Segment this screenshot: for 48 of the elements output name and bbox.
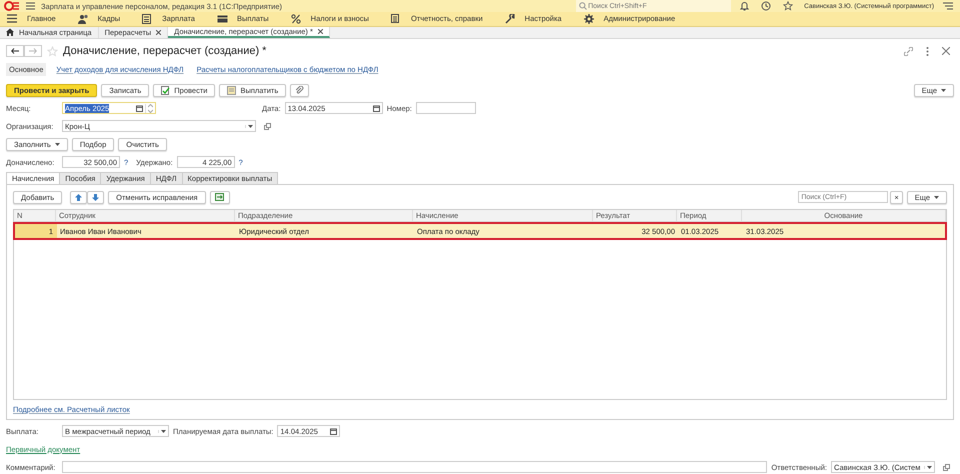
- favorite-star-icon[interactable]: [47, 46, 58, 56]
- caret-icon: [934, 196, 939, 198]
- paperclip-icon: [295, 86, 304, 94]
- open-icon[interactable]: [264, 122, 271, 130]
- caret-icon: [927, 466, 932, 468]
- document-icon: [227, 86, 236, 94]
- right-arrow-icon: [29, 48, 37, 54]
- percent-icon: [290, 14, 302, 24]
- form-title: Доначисление, перерасчет (создание) *: [63, 45, 266, 57]
- menu-icon[interactable]: [26, 2, 35, 10]
- history-icon[interactable]: [761, 1, 772, 12]
- down-arrow-icon: [92, 194, 100, 200]
- left-arrow-icon: [11, 48, 19, 54]
- up-arrow-icon: [75, 194, 82, 200]
- home-icon: [6, 28, 14, 36]
- attach-button[interactable]: [290, 84, 310, 96]
- bell-icon[interactable]: [740, 1, 750, 12]
- caret-icon: [54, 142, 60, 146]
- app-logo-icon: [4, 1, 20, 12]
- calendar-icon[interactable]: [136, 104, 143, 112]
- move-up-button[interactable]: [70, 190, 88, 204]
- caret-icon: [941, 88, 946, 92]
- export-button[interactable]: [210, 190, 230, 204]
- document-icon: [390, 14, 402, 24]
- close-icon[interactable]: [156, 30, 162, 35]
- settings-icon: [584, 14, 595, 24]
- caret-icon: [161, 430, 166, 432]
- spinner-arrows-icon[interactable]: [148, 104, 153, 112]
- link-icon[interactable]: [904, 46, 913, 56]
- number-field[interactable]: [416, 102, 476, 114]
- more-options-icon[interactable]: [926, 46, 929, 56]
- wrench-icon: [504, 14, 516, 24]
- spreadsheet-arrow-icon: [214, 193, 225, 201]
- back-button[interactable]: [6, 45, 24, 57]
- comment-field[interactable]: [62, 461, 768, 473]
- star-icon[interactable]: [783, 1, 794, 12]
- move-down-button[interactable]: [87, 190, 104, 204]
- checkmark-document-icon: [161, 86, 170, 94]
- settings-menu-icon[interactable]: [943, 2, 953, 10]
- caret-icon: [248, 124, 253, 128]
- people-icon: [78, 14, 89, 24]
- close-icon[interactable]: [318, 28, 323, 34]
- calendar-icon[interactable]: [330, 428, 338, 434]
- calendar-icon[interactable]: [372, 104, 380, 112]
- menu-icon: [7, 14, 18, 24]
- close-icon[interactable]: [942, 47, 950, 55]
- open-icon[interactable]: [943, 464, 950, 470]
- search-icon: [579, 2, 588, 10]
